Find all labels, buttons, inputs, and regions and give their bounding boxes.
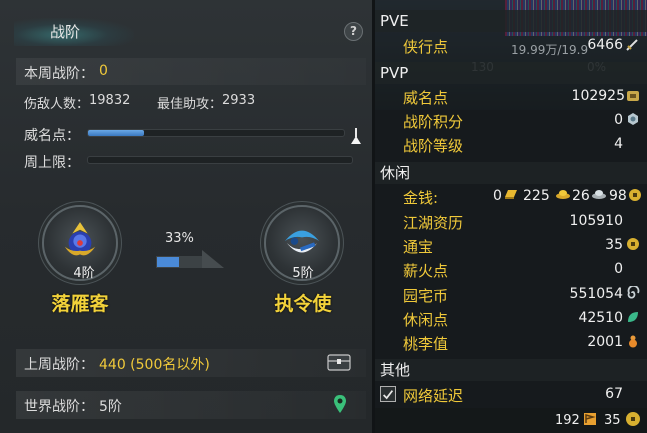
spiral-icon bbox=[627, 286, 640, 299]
prestige-progress-bar bbox=[87, 129, 345, 137]
latency-checkbox[interactable] bbox=[380, 386, 396, 402]
cap-marker-icon bbox=[351, 128, 361, 144]
chest-icon[interactable] bbox=[327, 354, 351, 371]
panel-title: 战阶 bbox=[50, 23, 81, 41]
rank-progress-percent: 33% bbox=[165, 231, 194, 246]
gold-ingot-icon bbox=[556, 190, 570, 199]
gourd-icon bbox=[629, 335, 637, 348]
assist-label: 最佳助攻： bbox=[157, 97, 223, 112]
leisure-item-label-5: 桃李值 bbox=[403, 335, 449, 353]
panel-header: 战阶 ? bbox=[0, 12, 375, 48]
pvp-item-label-0: 威名点 bbox=[403, 89, 449, 107]
current-rank-tier: 4阶 bbox=[73, 266, 95, 281]
currency-panel: 19.99万/19.9 130 0% PVE 侠行点 6466 PVP 威名点 … bbox=[375, 0, 647, 433]
status-left-value: 192 bbox=[555, 413, 580, 428]
bg-health-text: 19.99万/19.9 bbox=[511, 43, 589, 57]
prestige-label: 威名点： bbox=[24, 128, 80, 144]
weekly-cap-progress-bar bbox=[87, 156, 353, 164]
coin-icon[interactable] bbox=[625, 411, 641, 427]
leisure-section-header: 休闲 bbox=[375, 162, 647, 184]
coin-icon bbox=[627, 91, 639, 101]
weekly-rank-value: 0 bbox=[99, 63, 108, 79]
leisure-item-value-2: 0 bbox=[614, 261, 623, 277]
location-pin-icon[interactable] bbox=[333, 394, 347, 414]
world-rank-label: 世界战阶： bbox=[24, 399, 94, 415]
rank-progress-fill bbox=[157, 257, 179, 267]
help-button[interactable]: ? bbox=[344, 22, 363, 41]
leisure-item-label-1: 通宝 bbox=[403, 238, 434, 256]
next-rank-name: 执令使 bbox=[274, 293, 332, 315]
pvp-item-value-1: 0 bbox=[614, 112, 623, 128]
leisure-item-label-2: 薪火点 bbox=[403, 262, 449, 280]
rank-progress-wedge bbox=[156, 250, 224, 268]
leisure-item-label-3: 园宅币 bbox=[403, 287, 449, 305]
pvp-section-header: PVP bbox=[375, 62, 647, 84]
leisure-item-value-3: 551054 bbox=[569, 286, 623, 302]
latency-label: 网络延迟 bbox=[403, 387, 464, 405]
world-rank-value: 5阶 bbox=[99, 399, 122, 415]
pvp-item-value-0: 102925 bbox=[571, 88, 625, 104]
leisure-item-value-0: 105910 bbox=[569, 213, 623, 229]
weekly-cap-label: 周上限： bbox=[24, 155, 80, 171]
pvp-item-label-2: 战阶等级 bbox=[403, 137, 464, 155]
pve-item-label: 侠行点 bbox=[403, 38, 449, 56]
current-rank-name: 落雁客 bbox=[51, 293, 109, 315]
tongbao-coin-icon bbox=[627, 238, 639, 250]
last-week-value: 440 (500名以外) bbox=[99, 357, 210, 373]
pvp-item-label-1: 战阶积分 bbox=[403, 113, 464, 131]
flag-icon[interactable] bbox=[582, 411, 598, 427]
pve-section-header: PVE bbox=[375, 10, 647, 32]
last-week-label: 上周战阶： bbox=[24, 357, 94, 373]
next-rank-tier: 5阶 bbox=[292, 266, 314, 281]
latency-value: 67 bbox=[605, 386, 623, 402]
prestige-progress-fill bbox=[88, 130, 145, 136]
defeated-value: 19832 bbox=[89, 93, 131, 108]
badge-icon bbox=[628, 113, 638, 125]
pvp-item-value-2: 4 bbox=[614, 136, 623, 152]
checkmark-icon bbox=[383, 390, 394, 400]
leisure-item-value-4: 42510 bbox=[578, 310, 623, 326]
gold-bar-icon bbox=[505, 190, 517, 199]
status-right-value: 35 bbox=[604, 413, 621, 428]
silver-ingot-icon bbox=[592, 190, 606, 199]
weekly-rank-label: 本周战阶： bbox=[24, 66, 94, 82]
leaf-icon bbox=[628, 312, 638, 322]
sword-icon bbox=[626, 39, 638, 51]
money-copper: 98 bbox=[609, 188, 627, 204]
leisure-item-value-1: 35 bbox=[605, 237, 623, 253]
leisure-item-label-4: 休闲点 bbox=[403, 311, 449, 329]
copper-coin-icon bbox=[629, 189, 641, 201]
defeated-label: 伤敌人数： bbox=[24, 97, 90, 112]
money-silver: 26 bbox=[572, 188, 590, 204]
assist-value: 2933 bbox=[222, 93, 256, 108]
pve-item-value: 6466 bbox=[587, 37, 623, 53]
money-label: 金钱: bbox=[403, 189, 439, 207]
other-section-header: 其他 bbox=[375, 359, 647, 381]
leisure-item-value-5: 2001 bbox=[587, 334, 623, 350]
leisure-item-label-0: 江湖资历 bbox=[403, 214, 464, 232]
money-gold: 225 bbox=[523, 188, 550, 204]
battle-rank-panel: 战阶 ? 本周战阶： 0 伤敌人数： 19832 最佳助攻： 2933 威名点：… bbox=[0, 0, 375, 433]
money-gold-bars: 0 bbox=[493, 188, 502, 204]
